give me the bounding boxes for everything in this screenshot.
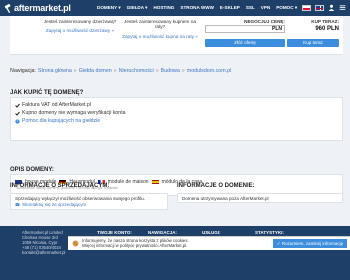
buy-now-box: KUP TERAZ: 960 PLN Kup teraz [287, 19, 339, 47]
help-icon: ? [15, 118, 20, 124]
footer-company: Aftermarket.pl Limited Chelsea House 3rd… [22, 230, 65, 255]
nav-website[interactable]: STRONA WWW [180, 5, 214, 11]
nav-ssl[interactable]: SSL [246, 5, 255, 11]
nav-exchange[interactable]: GIEŁDA ▾ [127, 5, 148, 11]
nav-domains[interactable]: DOMENY ▾ [97, 5, 121, 11]
buy-now-label: KUP TERAZ: [311, 19, 339, 24]
mail-icon [15, 202, 20, 206]
spanish-flag-icon [151, 179, 159, 185]
logo-text: aftermarket.pl [14, 3, 71, 13]
lease-link[interactable]: Zapytaj o możliwość dzierżawy » [40, 28, 120, 33]
breadcrumb-real-estate[interactable]: Nieruchomości [119, 68, 154, 74]
seller-info-card: Sprzedający wyłączył możliwość obserwowa… [10, 193, 168, 210]
buy-now-button[interactable]: Kup teraz [287, 39, 339, 47]
top-navigation-bar: aftermarket.pl DOMENY ▾ GIEŁDA ▾ HOSTING… [0, 0, 350, 16]
nav-hosting[interactable]: HOSTING [153, 5, 174, 11]
contact-seller-link[interactable]: Skontaktuj się ze sprzedającym [22, 202, 86, 207]
logo[interactable]: aftermarket.pl [4, 3, 71, 13]
nav-eshop[interactable]: E-SKLEP [220, 5, 240, 11]
negotiate-box: NEGOCJUJ CENĘ: PLN Złóż ofertę [205, 19, 285, 47]
top-icons [302, 4, 346, 11]
translation-fr: module de maison [107, 179, 149, 185]
company-email[interactable]: kontakt@aftermarket.pl [22, 250, 65, 255]
lease-question: Jesteś zainteresowany dzierżawą? [43, 19, 117, 24]
breadcrumb: Nawigacja: Strona główna» Giełda domen» … [10, 68, 232, 74]
domain-info-text: Domena utrzymywana poza AfterMarket.pl [182, 196, 269, 201]
cookie-icon [72, 240, 79, 247]
installments-link[interactable]: Zapytaj o możliwość kupna na raty » [120, 34, 200, 39]
domain-info-title: INFORMACJE O DOMENIE: [177, 183, 255, 189]
check-icon [15, 111, 20, 116]
installments-box: Jesteś zainteresowany kupnem na raty? Za… [120, 19, 200, 39]
breadcrumb-label: Nawigacja: [10, 68, 36, 74]
nav-help[interactable]: POMOC ▾ [276, 5, 297, 11]
contact-seller[interactable]: Skontaktuj się ze sprzedającym [15, 202, 86, 207]
nav-vpn[interactable]: VPN [261, 5, 270, 11]
offer-panel: Jesteś zainteresowany dzierżawą? Zapytaj… [10, 16, 343, 55]
bid-price-input[interactable]: PLN [205, 25, 285, 33]
buy-now-price: 960 PLN [315, 26, 339, 32]
footer: Aftermarket.pl Limited Chelsea House 3rd… [0, 226, 350, 280]
benefit-no-verification-text: Kupno domeny nie wymaga weryfikacji kont… [22, 110, 126, 116]
breadcrumb-home[interactable]: Strona główna [38, 68, 72, 74]
accept-cookies-button[interactable]: ✓ Rozumiem, zamknij informację [273, 239, 347, 248]
domain-info-card: Domena utrzymywana poza AfterMarket.pl [177, 193, 343, 203]
seller-text: Sprzedający wyłączył możliwość obserwowa… [15, 196, 145, 201]
how-to-buy-card: Faktura VAT od AfterMarket.pl Kupno dome… [10, 97, 343, 141]
polish-flag-icon[interactable] [302, 4, 311, 11]
cookie-banner: Informujemy, że nasza strona korzysta z … [68, 236, 350, 250]
benefit-invoice-text: Faktura VAT od AfterMarket.pl [22, 102, 91, 108]
breadcrumb-building[interactable]: Budowa [161, 68, 180, 74]
make-offer-button[interactable]: Złóż ofertę [205, 39, 285, 47]
benefit-invoice: Faktura VAT od AfterMarket.pl [15, 102, 91, 108]
buyers-help-link[interactable]: Pomoc dla kupujących na giełdzie [22, 118, 100, 124]
breadcrumb-domain[interactable]: modulsdom.com.pl [187, 68, 231, 74]
menu-icon[interactable] [339, 4, 346, 11]
lease-box: Jesteś zainteresowany dzierżawą? Zapytaj… [40, 19, 120, 34]
english-flag-icon[interactable] [315, 4, 324, 11]
main-menu: DOMENY ▾ GIEŁDA ▾ HOSTING STRONA WWW E-S… [97, 5, 297, 11]
breadcrumb-exchange[interactable]: Giełda domen [79, 68, 112, 74]
how-to-buy-title: JAK KUPIĆ TĘ DOMENĘ? [10, 90, 84, 96]
check-icon [15, 103, 20, 108]
description-title: OPIS DOMENY: [10, 167, 54, 173]
benefit-no-verification: Kupno domeny nie wymaga weryfikacji kont… [15, 110, 126, 116]
cookie-privacy-text[interactable]: Więcej informacji w polityce prywatności… [82, 243, 187, 248]
installments-question: Jesteś zainteresowany kupnem na raty? [124, 19, 196, 30]
gavel-icon [4, 3, 11, 13]
negotiate-label: NEGOCJUJ CENĘ: [244, 19, 285, 24]
buyers-help[interactable]: ? Pomoc dla kupujących na giełdzie [15, 118, 100, 124]
user-icon[interactable] [328, 4, 335, 11]
seller-info-title: INFORMACJE O SPRZEDAJĄCYM: [10, 183, 110, 189]
